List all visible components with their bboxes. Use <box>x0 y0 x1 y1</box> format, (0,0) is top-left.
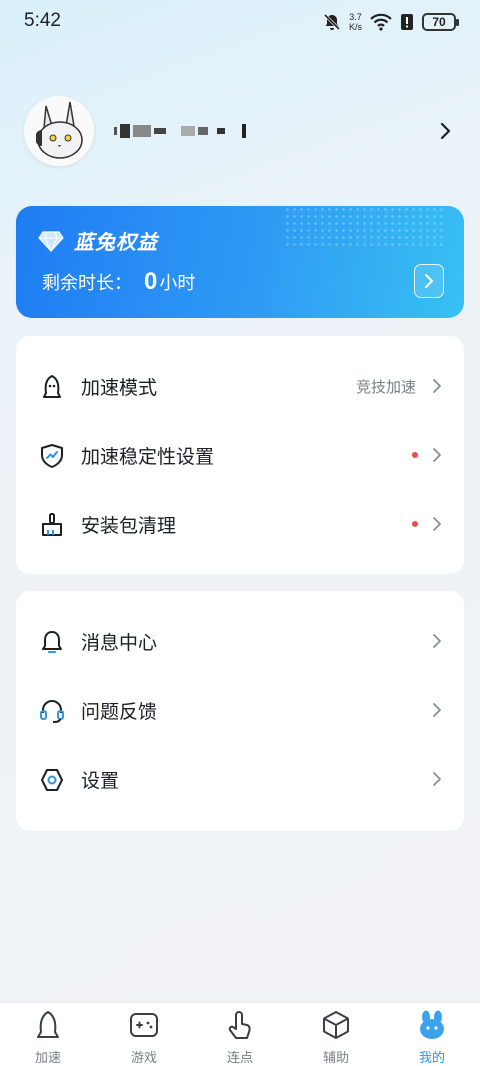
nav-tab-accelerate[interactable]: 加速 <box>0 1003 96 1066</box>
status-bar: 5:42 3.7 K/s 70 <box>0 0 480 46</box>
menu-item-accel-mode[interactable]: 加速模式 竞技加速 <box>16 356 464 416</box>
chevron-right-icon <box>425 274 433 288</box>
diamond-icon <box>38 230 64 252</box>
cube-icon <box>323 1011 349 1039</box>
net-speed-value: 3.7 <box>349 12 362 22</box>
net-speed-unit: K/s <box>348 22 362 32</box>
menu-label: 消息中心 <box>81 631 158 654</box>
menu-value: 竞技加速 <box>355 377 416 396</box>
redaction-block <box>217 128 225 134</box>
nav-tab-assist[interactable]: 辅助 <box>288 1003 384 1066</box>
redaction-block <box>181 126 195 136</box>
chevron-right-icon <box>433 703 441 717</box>
membership-title-row: 蓝兔权益 <box>38 226 158 255</box>
decorative-dots <box>284 206 444 246</box>
menu-label: 设置 <box>81 769 120 792</box>
nav-tab-mine[interactable]: 我的 <box>384 1003 480 1066</box>
menu-label: 加速模式 <box>81 376 158 399</box>
gamepad-icon <box>130 1013 158 1037</box>
menu-label: 问题反馈 <box>81 700 158 723</box>
alert-box-icon <box>401 14 413 30</box>
network-speed: 3.7 K/s <box>349 12 362 32</box>
chevron-right-icon <box>433 379 441 393</box>
menu-item-package-cleanup[interactable]: 安装包清理 <box>16 494 464 554</box>
avatar[interactable] <box>24 96 94 166</box>
menu-item-feedback[interactable]: 问题反馈 <box>16 680 464 740</box>
general-card: 消息中心 问题反馈 设置 <box>16 591 464 831</box>
nav-label: 连点 <box>226 1051 253 1066</box>
bottom-nav: 加速 游戏 连点 辅助 我的 <box>0 1002 480 1066</box>
rocket-icon <box>43 375 61 398</box>
membership-title: 蓝兔权益 <box>74 230 158 254</box>
remaining-value: 0 <box>144 268 158 295</box>
nav-label: 我的 <box>418 1051 445 1066</box>
shield-icon <box>41 444 63 468</box>
nav-label: 游戏 <box>130 1051 157 1066</box>
rabbit-avatar-icon <box>24 96 94 166</box>
nav-tab-autoclick[interactable]: 连点 <box>192 1003 288 1066</box>
mute-bell-icon <box>323 13 341 31</box>
chevron-right-icon <box>433 772 441 786</box>
brush-icon <box>42 513 62 536</box>
status-time: 5:42 <box>24 10 61 31</box>
headset-icon <box>40 700 64 723</box>
menu-label: 安装包清理 <box>81 514 177 537</box>
nav-label: 辅助 <box>322 1051 349 1066</box>
remaining-label: 剩余时长： <box>42 273 132 294</box>
chevron-right-icon <box>433 448 441 462</box>
redaction-block <box>133 125 151 137</box>
bunny-icon <box>420 1010 444 1039</box>
remaining-unit: 小时 <box>159 273 196 294</box>
username-redacted <box>114 121 266 141</box>
settings-card: 加速模式 竞技加速 加速稳定性设置 安装包清理 <box>16 336 464 574</box>
redaction-block <box>154 128 166 134</box>
redaction-block <box>120 124 130 138</box>
menu-item-settings[interactable]: 设置 <box>16 749 464 809</box>
redaction-block <box>242 124 246 138</box>
menu-label: 加速稳定性设置 <box>81 445 215 468</box>
notification-dot <box>412 452 418 458</box>
nav-tab-games[interactable]: 游戏 <box>96 1003 192 1066</box>
status-icons: 3.7 K/s 70 <box>323 12 459 32</box>
battery-indicator: 70 <box>422 13 459 31</box>
membership-detail-button[interactable] <box>414 264 444 298</box>
profile-header[interactable] <box>24 96 456 166</box>
redaction-block <box>114 127 117 135</box>
menu-item-stability-settings[interactable]: 加速稳定性设置 <box>16 425 464 485</box>
rocket-icon <box>37 1011 59 1038</box>
remaining-time: 剩余时长： 0 小时 <box>42 268 195 296</box>
notification-dot <box>412 521 418 527</box>
redaction-block <box>198 127 208 135</box>
chevron-right-icon <box>433 634 441 648</box>
wifi-icon <box>370 13 392 31</box>
tap-hand-icon <box>228 1011 251 1039</box>
nav-label: 加速 <box>34 1051 61 1066</box>
membership-card[interactable]: 蓝兔权益 剩余时长： 0 小时 <box>16 206 464 318</box>
menu-item-message-center[interactable]: 消息中心 <box>16 611 464 671</box>
chevron-right-icon <box>433 517 441 531</box>
chevron-right-icon[interactable] <box>436 120 456 142</box>
gear-icon <box>41 769 63 791</box>
bell-icon <box>42 631 62 653</box>
